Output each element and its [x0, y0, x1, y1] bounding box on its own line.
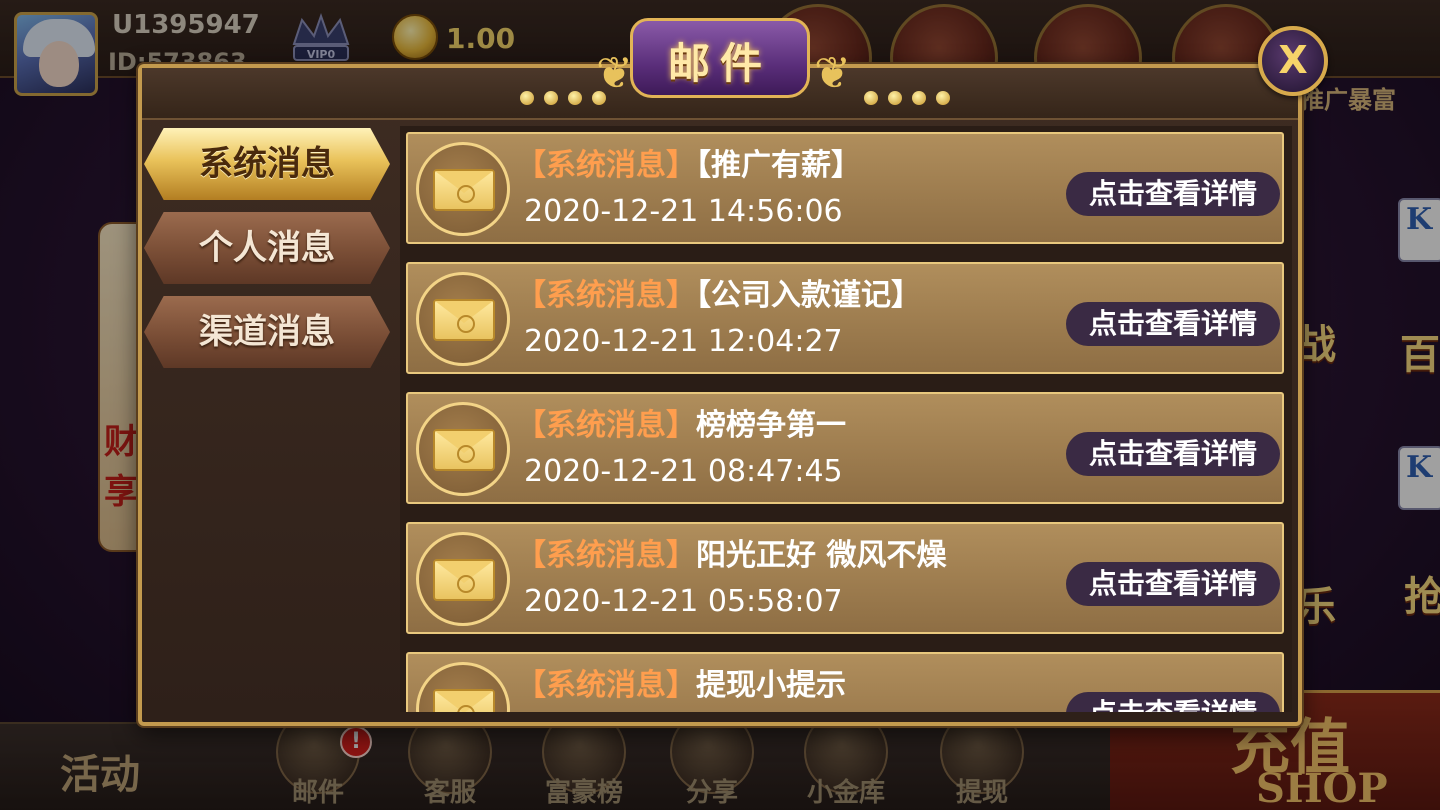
message-date: 2020-12-21 05:58:07: [524, 584, 843, 619]
message-date: 2020-12-21 12:04:27: [524, 324, 843, 359]
message-item[interactable]: 【系统消息】【公司入款谨记】 2020-12-21 12:04:27 点击查看详…: [406, 262, 1284, 374]
message-date: 2020-12-21 14:56:06: [524, 194, 843, 229]
envelope-icon: [416, 532, 510, 626]
message-date: 2020-12-21 08:47:45: [524, 454, 843, 489]
message-item[interactable]: 【系统消息】榜榜争第一 2020-12-21 08:47:45 点击查看详情: [406, 392, 1284, 504]
dialog-title: 邮件: [667, 39, 772, 88]
laurel-left-icon: ❦: [596, 48, 633, 99]
view-details-button[interactable]: 点击查看详情: [1066, 692, 1280, 712]
close-button[interactable]: X: [1258, 26, 1328, 96]
message-title: 【系统消息】【推广有薪】: [516, 148, 861, 183]
view-details-button[interactable]: 点击查看详情: [1066, 432, 1280, 476]
tab-channel-messages[interactable]: 渠道消息: [144, 296, 390, 368]
message-title: 【系统消息】榜榜争第一: [516, 408, 846, 443]
tab-system-messages[interactable]: 系统消息: [144, 128, 390, 200]
laurel-right-icon: ❦: [814, 48, 851, 99]
message-item[interactable]: 【系统消息】提现小提示 点击查看详情: [406, 652, 1284, 712]
envelope-icon: [416, 142, 510, 236]
message-list[interactable]: 【系统消息】【推广有薪】 2020-12-21 14:56:06 点击查看详情 …: [400, 126, 1292, 712]
message-item[interactable]: 【系统消息】阳光正好 微风不燥 2020-12-21 05:58:07 点击查看…: [406, 522, 1284, 634]
view-details-button[interactable]: 点击查看详情: [1066, 172, 1280, 216]
view-details-button[interactable]: 点击查看详情: [1066, 562, 1280, 606]
message-title: 【系统消息】阳光正好 微风不燥: [516, 538, 947, 573]
view-details-button[interactable]: 点击查看详情: [1066, 302, 1280, 346]
envelope-icon: [416, 662, 510, 712]
envelope-icon: [416, 402, 510, 496]
message-title: 【系统消息】【公司入款谨记】: [516, 278, 921, 313]
message-title: 【系统消息】提现小提示: [516, 668, 846, 703]
title-decoration: [864, 90, 960, 106]
tab-personal-messages[interactable]: 个人消息: [144, 212, 390, 284]
envelope-icon: [416, 272, 510, 366]
message-item[interactable]: 【系统消息】【推广有薪】 2020-12-21 14:56:06 点击查看详情: [406, 132, 1284, 244]
